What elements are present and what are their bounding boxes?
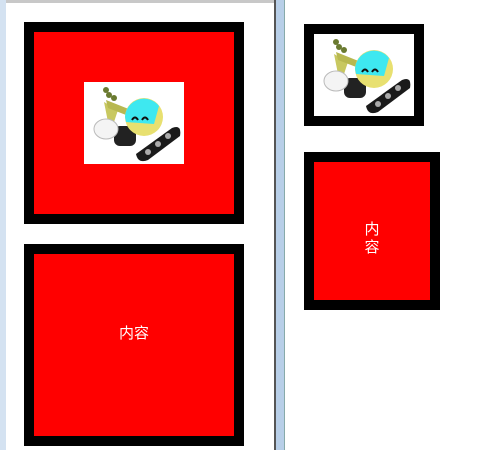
robot-image <box>84 82 184 164</box>
robot-icon <box>323 39 411 114</box>
panel-frame <box>276 0 285 450</box>
content-text: 内容 <box>118 324 149 342</box>
box-with-text: 内容 <box>24 244 244 446</box>
top-border <box>6 0 274 3</box>
left-panel-edge <box>0 0 6 450</box>
box-with-image <box>24 22 244 224</box>
text-box-shrink: 内 容 <box>304 152 440 310</box>
robot-image <box>314 34 414 116</box>
robot-icon <box>93 87 181 162</box>
image-box-shrink <box>304 24 424 126</box>
content-text-vertical: 内 容 <box>364 220 380 256</box>
